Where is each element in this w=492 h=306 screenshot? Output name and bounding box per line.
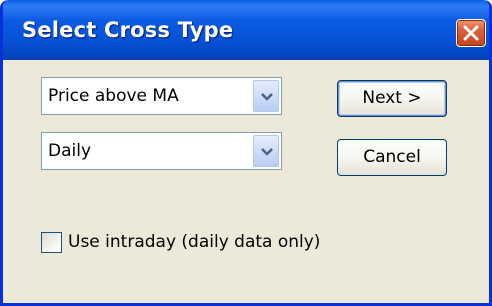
- next-button[interactable]: Next >: [337, 80, 447, 117]
- title-bar[interactable]: Select Cross Type: [3, 0, 489, 60]
- cross-type-dropdown-button[interactable]: [253, 80, 279, 112]
- chevron-down-icon: [261, 148, 273, 156]
- period-dropdown-button[interactable]: [253, 135, 279, 167]
- close-icon: [463, 25, 479, 41]
- cross-type-value: Price above MA: [48, 86, 179, 106]
- dialog-window: Select Cross Type Price above MA Daily N…: [0, 0, 492, 306]
- cross-type-select[interactable]: Price above MA: [41, 77, 282, 115]
- period-value: Daily: [48, 141, 92, 161]
- dialog-title: Select Cross Type: [22, 18, 234, 42]
- period-select[interactable]: Daily: [41, 132, 282, 170]
- close-button[interactable]: [456, 19, 486, 47]
- intraday-checkbox-label[interactable]: Use intraday (daily data only): [68, 230, 320, 254]
- intraday-checkbox[interactable]: [41, 232, 62, 253]
- cancel-button[interactable]: Cancel: [337, 139, 447, 176]
- chevron-down-icon: [261, 93, 273, 101]
